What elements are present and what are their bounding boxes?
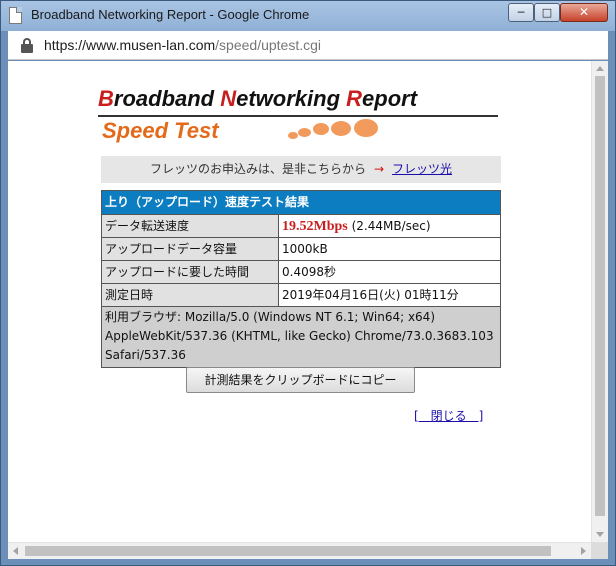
speed-value: 19.52Mbps (282, 219, 348, 234)
window-title: Broadband Networking Report - Google Chr… (31, 7, 310, 22)
address-bar[interactable]: https://www.musen-lan.com/speed/uptest.c… (8, 31, 608, 60)
lock-icon[interactable] (20, 38, 34, 54)
copy-to-clipboard-button[interactable]: 計測結果をクリップボードにコピー (186, 367, 415, 393)
row-value: 19.52Mbps (2.44MB/sec) (279, 215, 500, 237)
minimize-button[interactable]: ─ (508, 3, 534, 22)
row-label: アップロードに要した時間 (102, 261, 279, 283)
logo-subtitle: Speed Test (102, 118, 219, 143)
close-window-button[interactable]: ✕ (560, 3, 608, 22)
row-label: データ転送速度 (102, 215, 279, 237)
result-header: 上り（アップロード）速度テスト結果 (102, 191, 500, 214)
horizontal-scrollbar[interactable] (8, 542, 591, 559)
logo-title: Broadband Networking Report (98, 86, 418, 111)
title-bar[interactable]: Broadband Networking Report - Google Chr… (1, 1, 615, 31)
scroll-down-icon[interactable] (596, 532, 604, 537)
horizontal-scroll-thumb[interactable] (25, 546, 551, 556)
scroll-up-icon[interactable] (596, 66, 604, 71)
row-value: 2019年04月16日(火) 01時11分 (279, 284, 500, 306)
row-label: アップロードデータ容量 (102, 238, 279, 260)
fletsu-notice: フレッツのお申込みは、是非こちらから → フレッツ光 (101, 156, 501, 183)
page-viewport: Broadband Networking Report Speed Test フ… (8, 61, 608, 559)
arrow-right-icon: → (373, 162, 385, 176)
close-link[interactable]: [ 閉じる ] (414, 407, 483, 424)
url-host: https://www.musen-lan.com (44, 37, 216, 53)
browser-info: 利用ブラウザ: Mozilla/5.0 (Windows NT 6.1; Win… (102, 306, 500, 367)
maximize-button[interactable]: □ (534, 3, 560, 22)
table-row: アップロードに要した時間 0.4098秒 (102, 260, 500, 283)
browser-window: Broadband Networking Report - Google Chr… (0, 0, 616, 566)
scroll-left-icon[interactable] (13, 547, 18, 555)
notice-text: フレッツのお申込みは、是非こちらから (149, 162, 366, 176)
logo-rule (98, 115, 498, 117)
page-icon (9, 7, 22, 24)
url-path: /speed/uptest.cgi (215, 37, 322, 53)
row-value: 0.4098秒 (279, 261, 500, 283)
table-row: 測定日時 2019年04月16日(火) 01時11分 (102, 283, 500, 306)
logo-dot (354, 119, 378, 137)
vertical-scroll-thumb[interactable] (595, 76, 605, 516)
url-text[interactable]: https://www.musen-lan.com/speed/uptest.c… (44, 37, 321, 53)
logo-dot (313, 123, 329, 135)
scroll-right-icon[interactable] (581, 547, 586, 555)
site-logo: Broadband Networking Report Speed Test (98, 86, 508, 146)
table-row: アップロードデータ容量 1000kB (102, 237, 500, 260)
scrollbar-corner (591, 542, 608, 559)
row-label: 測定日時 (102, 284, 279, 306)
flets-link[interactable]: フレッツ光 (392, 162, 452, 176)
logo-dot (331, 121, 351, 136)
speed-alt: (2.44MB/sec) (351, 219, 431, 233)
row-value: 1000kB (279, 238, 500, 260)
logo-dot (288, 132, 298, 139)
logo-dot (298, 128, 311, 137)
result-table: 上り（アップロード）速度テスト結果 データ転送速度 19.52Mbps (2.4… (101, 190, 501, 368)
table-row: データ転送速度 19.52Mbps (2.44MB/sec) (102, 214, 500, 237)
vertical-scrollbar[interactable] (591, 61, 608, 542)
